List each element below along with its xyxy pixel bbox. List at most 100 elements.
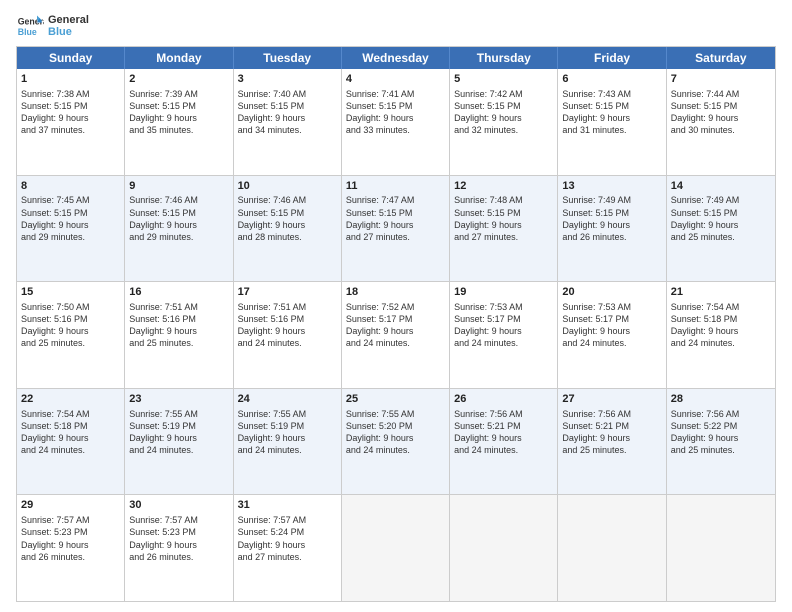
day-number: 24 xyxy=(238,392,337,407)
day-cell-26: 26Sunrise: 7:56 AM Sunset: 5:21 PM Dayli… xyxy=(450,389,558,495)
page: General Blue General Blue SundayMondayTu… xyxy=(0,0,792,612)
day-info: Sunrise: 7:57 AM Sunset: 5:23 PM Dayligh… xyxy=(129,514,228,563)
day-cell-16: 16Sunrise: 7:51 AM Sunset: 5:16 PM Dayli… xyxy=(125,282,233,388)
day-info: Sunrise: 7:51 AM Sunset: 5:16 PM Dayligh… xyxy=(238,301,337,350)
day-cell-23: 23Sunrise: 7:55 AM Sunset: 5:19 PM Dayli… xyxy=(125,389,233,495)
day-number: 25 xyxy=(346,392,445,407)
day-cell-22: 22Sunrise: 7:54 AM Sunset: 5:18 PM Dayli… xyxy=(17,389,125,495)
day-cell-17: 17Sunrise: 7:51 AM Sunset: 5:16 PM Dayli… xyxy=(234,282,342,388)
day-number: 20 xyxy=(562,285,661,300)
calendar-header: SundayMondayTuesdayWednesdayThursdayFrid… xyxy=(17,47,775,69)
day-cell-29: 29Sunrise: 7:57 AM Sunset: 5:23 PM Dayli… xyxy=(17,495,125,601)
day-cell-2: 2Sunrise: 7:39 AM Sunset: 5:15 PM Daylig… xyxy=(125,69,233,175)
day-info: Sunrise: 7:56 AM Sunset: 5:21 PM Dayligh… xyxy=(562,408,661,457)
day-cell-10: 10Sunrise: 7:46 AM Sunset: 5:15 PM Dayli… xyxy=(234,176,342,282)
calendar-body: 1Sunrise: 7:38 AM Sunset: 5:15 PM Daylig… xyxy=(17,69,775,601)
day-header-friday: Friday xyxy=(558,47,666,69)
day-cell-18: 18Sunrise: 7:52 AM Sunset: 5:17 PM Dayli… xyxy=(342,282,450,388)
day-header-tuesday: Tuesday xyxy=(234,47,342,69)
day-cell-11: 11Sunrise: 7:47 AM Sunset: 5:15 PM Dayli… xyxy=(342,176,450,282)
empty-cell xyxy=(558,495,666,601)
day-cell-14: 14Sunrise: 7:49 AM Sunset: 5:15 PM Dayli… xyxy=(667,176,775,282)
empty-cell xyxy=(342,495,450,601)
day-number: 8 xyxy=(21,179,120,194)
logo-text-line2: Blue xyxy=(48,26,89,38)
logo: General Blue General Blue xyxy=(16,12,89,40)
day-info: Sunrise: 7:38 AM Sunset: 5:15 PM Dayligh… xyxy=(21,88,120,137)
day-info: Sunrise: 7:55 AM Sunset: 5:20 PM Dayligh… xyxy=(346,408,445,457)
day-cell-28: 28Sunrise: 7:56 AM Sunset: 5:22 PM Dayli… xyxy=(667,389,775,495)
calendar-row-1: 1Sunrise: 7:38 AM Sunset: 5:15 PM Daylig… xyxy=(17,69,775,175)
day-cell-6: 6Sunrise: 7:43 AM Sunset: 5:15 PM Daylig… xyxy=(558,69,666,175)
day-number: 19 xyxy=(454,285,553,300)
day-number: 1 xyxy=(21,72,120,87)
day-info: Sunrise: 7:55 AM Sunset: 5:19 PM Dayligh… xyxy=(238,408,337,457)
day-info: Sunrise: 7:53 AM Sunset: 5:17 PM Dayligh… xyxy=(562,301,661,350)
day-cell-4: 4Sunrise: 7:41 AM Sunset: 5:15 PM Daylig… xyxy=(342,69,450,175)
calendar: SundayMondayTuesdayWednesdayThursdayFrid… xyxy=(16,46,776,602)
day-cell-1: 1Sunrise: 7:38 AM Sunset: 5:15 PM Daylig… xyxy=(17,69,125,175)
day-cell-24: 24Sunrise: 7:55 AM Sunset: 5:19 PM Dayli… xyxy=(234,389,342,495)
day-number: 7 xyxy=(671,72,771,87)
day-info: Sunrise: 7:51 AM Sunset: 5:16 PM Dayligh… xyxy=(129,301,228,350)
svg-text:Blue: Blue xyxy=(18,27,37,37)
day-number: 15 xyxy=(21,285,120,300)
day-info: Sunrise: 7:55 AM Sunset: 5:19 PM Dayligh… xyxy=(129,408,228,457)
day-info: Sunrise: 7:57 AM Sunset: 5:24 PM Dayligh… xyxy=(238,514,337,563)
day-info: Sunrise: 7:40 AM Sunset: 5:15 PM Dayligh… xyxy=(238,88,337,137)
day-number: 2 xyxy=(129,72,228,87)
day-number: 17 xyxy=(238,285,337,300)
day-number: 26 xyxy=(454,392,553,407)
calendar-row-3: 15Sunrise: 7:50 AM Sunset: 5:16 PM Dayli… xyxy=(17,281,775,388)
day-header-sunday: Sunday xyxy=(17,47,125,69)
day-info: Sunrise: 7:47 AM Sunset: 5:15 PM Dayligh… xyxy=(346,194,445,243)
day-number: 23 xyxy=(129,392,228,407)
day-number: 27 xyxy=(562,392,661,407)
calendar-row-5: 29Sunrise: 7:57 AM Sunset: 5:23 PM Dayli… xyxy=(17,494,775,601)
day-info: Sunrise: 7:39 AM Sunset: 5:15 PM Dayligh… xyxy=(129,88,228,137)
day-cell-19: 19Sunrise: 7:53 AM Sunset: 5:17 PM Dayli… xyxy=(450,282,558,388)
header: General Blue General Blue xyxy=(16,12,776,40)
day-cell-13: 13Sunrise: 7:49 AM Sunset: 5:15 PM Dayli… xyxy=(558,176,666,282)
day-info: Sunrise: 7:44 AM Sunset: 5:15 PM Dayligh… xyxy=(671,88,771,137)
day-number: 6 xyxy=(562,72,661,87)
day-cell-5: 5Sunrise: 7:42 AM Sunset: 5:15 PM Daylig… xyxy=(450,69,558,175)
day-info: Sunrise: 7:46 AM Sunset: 5:15 PM Dayligh… xyxy=(129,194,228,243)
day-info: Sunrise: 7:45 AM Sunset: 5:15 PM Dayligh… xyxy=(21,194,120,243)
day-info: Sunrise: 7:54 AM Sunset: 5:18 PM Dayligh… xyxy=(671,301,771,350)
day-number: 21 xyxy=(671,285,771,300)
day-cell-20: 20Sunrise: 7:53 AM Sunset: 5:17 PM Dayli… xyxy=(558,282,666,388)
day-number: 28 xyxy=(671,392,771,407)
day-header-wednesday: Wednesday xyxy=(342,47,450,69)
day-cell-3: 3Sunrise: 7:40 AM Sunset: 5:15 PM Daylig… xyxy=(234,69,342,175)
logo-icon: General Blue xyxy=(16,12,44,40)
day-info: Sunrise: 7:41 AM Sunset: 5:15 PM Dayligh… xyxy=(346,88,445,137)
day-cell-25: 25Sunrise: 7:55 AM Sunset: 5:20 PM Dayli… xyxy=(342,389,450,495)
empty-cell xyxy=(450,495,558,601)
day-info: Sunrise: 7:50 AM Sunset: 5:16 PM Dayligh… xyxy=(21,301,120,350)
day-number: 10 xyxy=(238,179,337,194)
day-info: Sunrise: 7:43 AM Sunset: 5:15 PM Dayligh… xyxy=(562,88,661,137)
logo-text-line1: General xyxy=(48,14,89,26)
day-info: Sunrise: 7:57 AM Sunset: 5:23 PM Dayligh… xyxy=(21,514,120,563)
day-cell-7: 7Sunrise: 7:44 AM Sunset: 5:15 PM Daylig… xyxy=(667,69,775,175)
day-cell-21: 21Sunrise: 7:54 AM Sunset: 5:18 PM Dayli… xyxy=(667,282,775,388)
day-info: Sunrise: 7:42 AM Sunset: 5:15 PM Dayligh… xyxy=(454,88,553,137)
day-header-monday: Monday xyxy=(125,47,233,69)
day-info: Sunrise: 7:56 AM Sunset: 5:22 PM Dayligh… xyxy=(671,408,771,457)
day-number: 3 xyxy=(238,72,337,87)
day-info: Sunrise: 7:49 AM Sunset: 5:15 PM Dayligh… xyxy=(671,194,771,243)
day-number: 12 xyxy=(454,179,553,194)
day-number: 5 xyxy=(454,72,553,87)
empty-cell xyxy=(667,495,775,601)
day-number: 13 xyxy=(562,179,661,194)
calendar-row-4: 22Sunrise: 7:54 AM Sunset: 5:18 PM Dayli… xyxy=(17,388,775,495)
day-cell-31: 31Sunrise: 7:57 AM Sunset: 5:24 PM Dayli… xyxy=(234,495,342,601)
day-info: Sunrise: 7:48 AM Sunset: 5:15 PM Dayligh… xyxy=(454,194,553,243)
day-info: Sunrise: 7:52 AM Sunset: 5:17 PM Dayligh… xyxy=(346,301,445,350)
day-number: 29 xyxy=(21,498,120,513)
day-info: Sunrise: 7:49 AM Sunset: 5:15 PM Dayligh… xyxy=(562,194,661,243)
day-header-saturday: Saturday xyxy=(667,47,775,69)
day-number: 4 xyxy=(346,72,445,87)
day-info: Sunrise: 7:46 AM Sunset: 5:15 PM Dayligh… xyxy=(238,194,337,243)
